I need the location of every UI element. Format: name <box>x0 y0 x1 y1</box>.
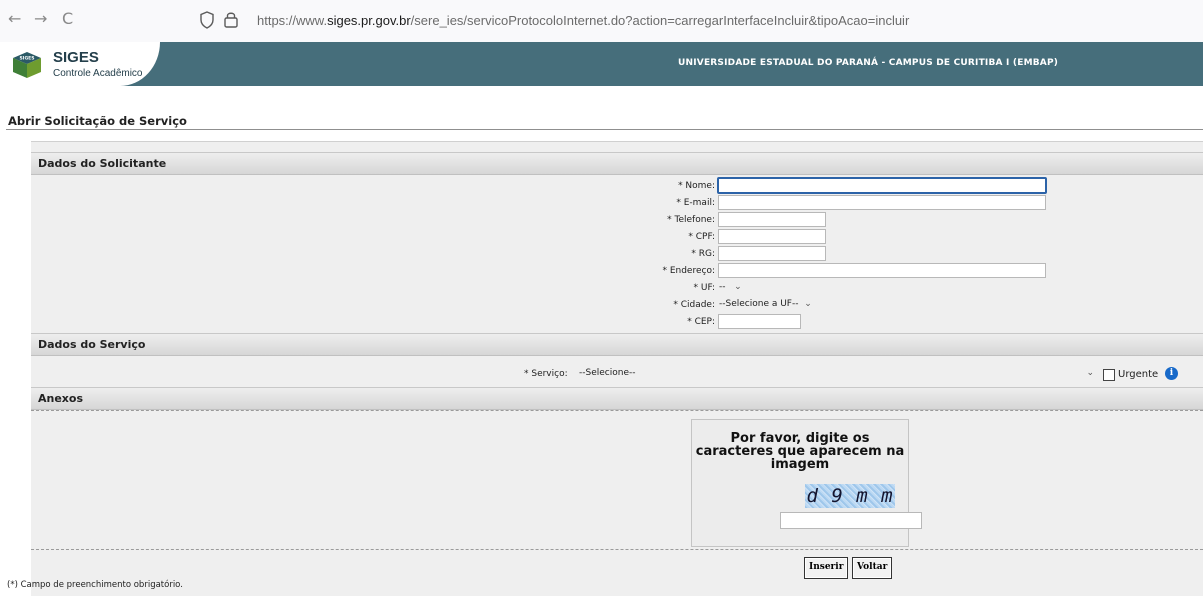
logo-badge-text: SIGES <box>20 56 35 62</box>
cpf-input[interactable] <box>718 229 826 244</box>
cep-input[interactable] <box>718 314 801 329</box>
endereco-input[interactable] <box>718 263 1046 278</box>
servico-select[interactable]: --Selecione-- ⌄ <box>579 368 1094 378</box>
label-endereco: * Endereço: <box>662 266 715 276</box>
address-bar[interactable]: https://www.siges.pr.gov.br/sere_ies/ser… <box>257 13 909 28</box>
title-divider <box>6 129 1203 130</box>
university-name: UNIVERSIDADE ESTADUAL DO PARANÁ - CAMPUS… <box>678 58 1059 68</box>
dashed-divider <box>31 410 1203 411</box>
section-title: Dados do Serviço <box>38 338 146 351</box>
dashed-divider <box>31 549 1203 550</box>
cidade-value: --Selecione a UF-- <box>719 299 799 309</box>
urgente-label: Urgente <box>1118 369 1159 380</box>
lock-icon <box>224 12 238 28</box>
voltar-button[interactable]: Voltar <box>852 557 893 579</box>
label-email: * E-mail: <box>676 198 715 208</box>
back-arrow-icon[interactable]: ← <box>8 9 21 28</box>
rg-input[interactable] <box>718 246 826 261</box>
label-cidade: * Cidade: <box>673 300 715 310</box>
forward-arrow-icon[interactable]: → <box>34 9 47 28</box>
label-nome: * Nome: <box>678 181 715 191</box>
chevron-down-icon: ⌄ <box>804 299 812 309</box>
logo-subtitle: Controle Acadêmico <box>53 68 143 79</box>
siges-logo-icon: SIGES <box>13 52 41 78</box>
browser-toolbar: ← → C https://www.siges.pr.gov.br/sere_i… <box>0 0 1203 42</box>
section-title: Dados do Solicitante <box>38 157 167 170</box>
captcha-input[interactable] <box>780 512 922 529</box>
telefone-input[interactable] <box>718 212 826 227</box>
section-header-anexos: Anexos <box>31 387 1203 410</box>
shield-icon <box>200 11 238 29</box>
url-prefix: https://www. <box>257 13 328 28</box>
urgente-checkbox[interactable] <box>1103 369 1115 381</box>
captcha-prompt: Por favor, digite os caracteres que apar… <box>695 431 905 472</box>
url-domain: siges.pr.gov.br <box>327 13 411 28</box>
section-title: Anexos <box>38 392 84 405</box>
url-path: /sere_ies/servicoProtocoloInternet.do?ac… <box>410 13 910 28</box>
label-telefone: * Telefone: <box>667 215 715 225</box>
label-rg: * RG: <box>691 249 715 259</box>
url-security-icons <box>200 11 248 33</box>
section-header-solicitante: Dados do Solicitante <box>31 152 1203 175</box>
email-input[interactable] <box>718 195 1046 210</box>
info-icon[interactable]: i <box>1165 367 1178 380</box>
app-header: SIGES SIGES Controle Acadêmico UNIVERSID… <box>0 42 1203 86</box>
chevron-down-icon: ⌄ <box>734 282 742 292</box>
inserir-button[interactable]: Inserir <box>804 557 849 579</box>
required-fields-note: (*) Campo de preenchimento obrigatório. <box>7 580 183 590</box>
captcha-image: d 9 m m <box>805 484 895 508</box>
label-servico: * Serviço: <box>524 369 568 379</box>
uf-select[interactable]: -- ⌄ <box>719 282 742 292</box>
page-title: Abrir Solicitação de Serviço <box>8 114 187 128</box>
logo-title: SIGES <box>53 49 99 66</box>
nome-input[interactable] <box>717 177 1047 194</box>
logo-area[interactable]: SIGES SIGES Controle Acadêmico <box>0 42 160 86</box>
label-cep: * CEP: <box>687 317 715 327</box>
cidade-select[interactable]: --Selecione a UF-- ⌄ <box>719 299 812 309</box>
label-cpf: * CPF: <box>688 232 715 242</box>
servico-value: --Selecione-- <box>579 368 636 378</box>
reload-icon[interactable]: C <box>62 9 73 28</box>
captcha-box: Por favor, digite os caracteres que apar… <box>691 419 922 547</box>
uf-value: -- <box>719 282 726 292</box>
section-header-servico: Dados do Serviço <box>31 333 1203 356</box>
chevron-down-icon: ⌄ <box>1086 368 1094 378</box>
label-uf: * UF: <box>693 283 715 293</box>
